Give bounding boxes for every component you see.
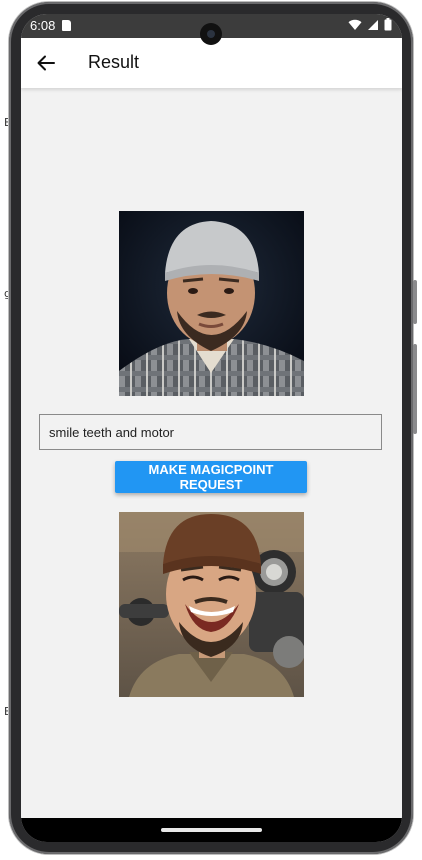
status-time: 6:08 bbox=[30, 18, 56, 33]
app-bar: Result bbox=[21, 38, 402, 88]
phone-side-button bbox=[413, 280, 417, 324]
result-image bbox=[119, 512, 304, 697]
front-camera bbox=[200, 23, 222, 45]
sd-card-icon bbox=[62, 20, 71, 31]
home-indicator[interactable] bbox=[161, 828, 262, 832]
make-request-button[interactable]: MAKE MAGICPOINT REQUEST bbox=[115, 461, 307, 493]
phone-volume-button bbox=[413, 344, 417, 434]
battery-icon bbox=[384, 18, 392, 31]
source-portrait bbox=[119, 211, 304, 396]
back-button[interactable] bbox=[31, 48, 61, 78]
phone-screen: 6:08 Result smile teeth and motor MAKE M… bbox=[21, 14, 402, 842]
source-image bbox=[119, 211, 304, 396]
result-portrait bbox=[119, 512, 304, 697]
navigation-bar bbox=[21, 818, 402, 842]
wifi-icon bbox=[348, 19, 362, 30]
page-title: Result bbox=[88, 52, 140, 72]
arrow-left-icon bbox=[37, 55, 55, 71]
prompt-input[interactable] bbox=[39, 414, 382, 450]
signal-icon bbox=[368, 19, 378, 30]
status-icons bbox=[348, 18, 392, 31]
